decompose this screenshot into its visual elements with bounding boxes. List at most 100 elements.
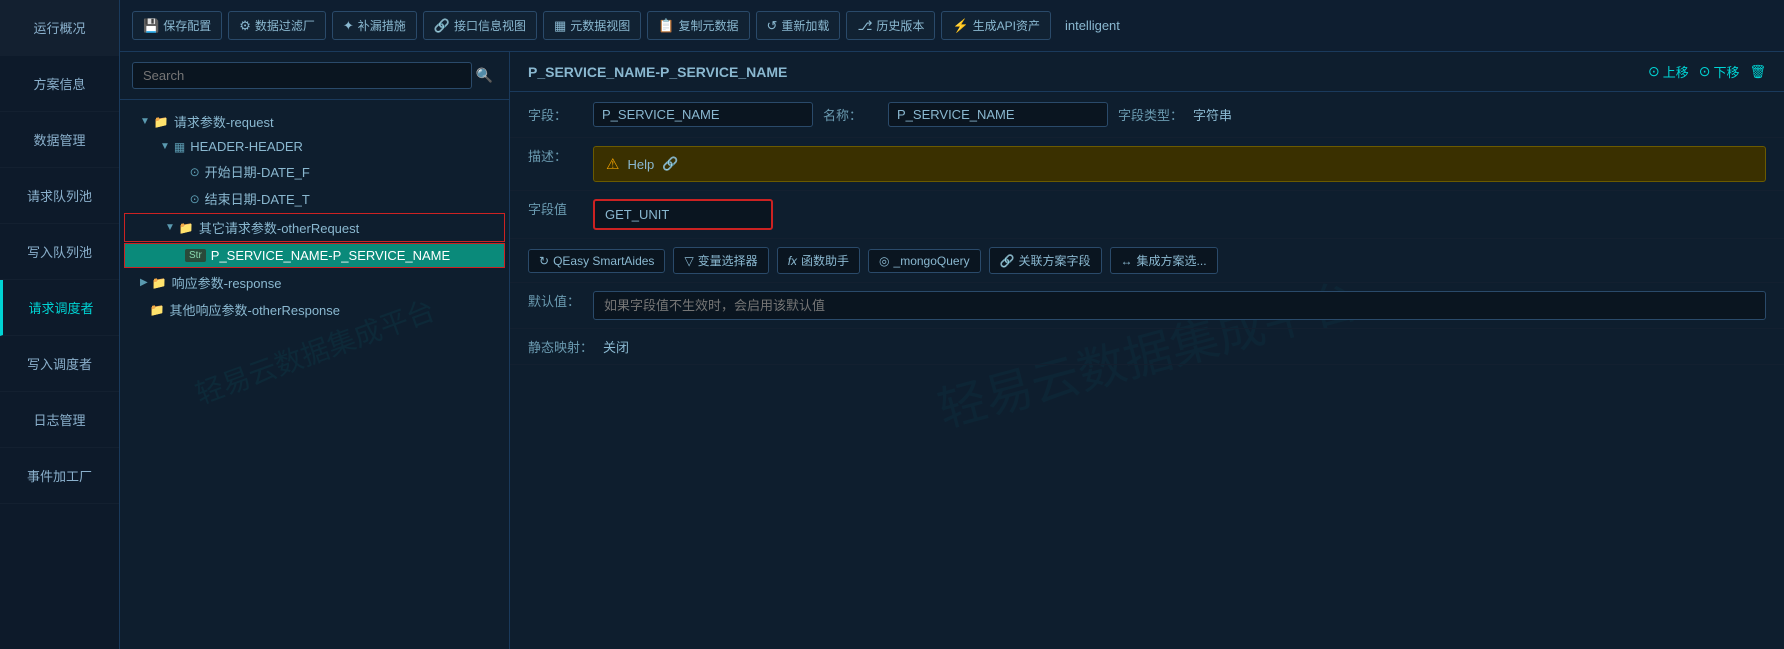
tree-item-label: 其它请求参数-otherRequest bbox=[199, 218, 359, 237]
tree-item-label: 响应参数-response bbox=[172, 273, 282, 292]
table-icon: ▦ bbox=[174, 140, 185, 154]
name-value-input[interactable] bbox=[888, 102, 1108, 127]
tree-item-request[interactable]: ▼ 📁 请求参数-request bbox=[120, 108, 509, 135]
warning-icon: ⚠ bbox=[606, 155, 619, 173]
generate-api-button[interactable]: ⚡ 生成API资产 bbox=[941, 11, 1051, 40]
default-value-row: 默认值： bbox=[510, 283, 1784, 329]
desc-text: Help bbox=[627, 157, 654, 172]
tree-item-date-f[interactable]: ⊙ 开始日期-DATE_F bbox=[120, 158, 509, 185]
tree-item-response[interactable]: ▶ 📁 响应参数-response bbox=[120, 269, 509, 296]
field-label: 字段： bbox=[528, 105, 583, 124]
data-filter-button[interactable]: ⚙ 数据过滤厂 bbox=[228, 11, 326, 40]
tree-item-label: 请求参数-request bbox=[174, 112, 274, 131]
data-filter-label: 数据过滤厂 bbox=[255, 17, 315, 34]
reload-button[interactable]: ↺ 重新加载 bbox=[756, 11, 841, 40]
history-icon: ⎇ bbox=[857, 18, 872, 34]
tree-item-label: P_SERVICE_NAME-P_SERVICE_NAME bbox=[211, 248, 450, 263]
copy-metadata-label: 复制元数据 bbox=[679, 17, 739, 34]
function-icon: fx bbox=[788, 254, 797, 268]
supplement-label: 补漏措施 bbox=[358, 17, 406, 34]
static-value: 关闭 bbox=[603, 337, 629, 356]
interface-view-button[interactable]: 🔗 接口信息视图 bbox=[423, 11, 537, 40]
search-input[interactable] bbox=[132, 62, 472, 89]
sidebar-item-shijian-jiagonchang[interactable]: 事件加工厂 bbox=[0, 448, 119, 504]
tree-item-p-service-name[interactable]: Str P_SERVICE_NAME-P_SERVICE_NAME bbox=[124, 243, 505, 268]
tree-item-header[interactable]: ▼ ▦ HEADER-HEADER bbox=[120, 135, 509, 158]
default-value-input[interactable] bbox=[593, 291, 1766, 320]
reload-icon: ↺ bbox=[767, 18, 778, 34]
sidebar-item-label: 运行概况 bbox=[33, 21, 85, 36]
copy-icon: 📋 bbox=[658, 18, 674, 34]
sidebar-item-rizhi-guanli[interactable]: 日志管理 bbox=[0, 392, 119, 448]
save-config-button[interactable]: 💾 保存配置 bbox=[132, 11, 222, 40]
sidebar-item-label: 请求调度者 bbox=[28, 301, 93, 316]
field-value-label: 字段值 bbox=[528, 199, 583, 218]
related-icon: 🔗 bbox=[1000, 254, 1015, 268]
sidebar-item-label: 请求队列池 bbox=[27, 189, 92, 204]
copy-metadata-button[interactable]: 📋 复制元数据 bbox=[647, 11, 749, 40]
mongo-query-button[interactable]: ◎ _mongoQuery bbox=[868, 249, 981, 273]
tree-item-date-t[interactable]: ⊙ 结束日期-DATE_T bbox=[120, 185, 509, 212]
tree-area: ▼ 📁 请求参数-request ▼ ▦ HEADER-HEADER ⊙ 开始日… bbox=[120, 100, 509, 649]
sidebar-item-xieru-diaoduzhe[interactable]: 写入调度者 bbox=[0, 336, 119, 392]
circle-icon: ⊙ bbox=[190, 192, 200, 206]
tree-item-label: HEADER-HEADER bbox=[190, 139, 303, 154]
smartaides-label: QEasy SmartAides bbox=[553, 254, 654, 268]
search-button[interactable]: 🔍 bbox=[472, 63, 497, 88]
function-helper-button[interactable]: fx 函数助手 bbox=[777, 247, 860, 274]
tree-item-other-request[interactable]: ▼ 📁 其它请求参数-otherRequest bbox=[124, 213, 505, 242]
metadata-view-button[interactable]: ▦ 元数据视图 bbox=[543, 11, 641, 40]
field-value-input[interactable] bbox=[593, 102, 813, 127]
tree-arrow: ▼ bbox=[140, 116, 150, 127]
tree-item-label: 其他响应参数-otherResponse bbox=[170, 300, 341, 319]
variable-selector-button[interactable]: ▽ 变量选择器 bbox=[673, 247, 768, 274]
sidebar-item-fanganjinxi[interactable]: 方案信息 bbox=[0, 56, 119, 112]
tree-item-other-response[interactable]: 📁 其他响应参数-otherResponse bbox=[120, 296, 509, 323]
integration-icon: ↔ bbox=[1121, 254, 1133, 268]
related-field-button[interactable]: 🔗 关联方案字段 bbox=[989, 247, 1102, 274]
move-up-button[interactable]: ⊙ 上移 bbox=[1648, 62, 1689, 81]
supplement-button[interactable]: ✦ 补漏措施 bbox=[332, 11, 417, 40]
variable-label: 变量选择器 bbox=[698, 252, 758, 269]
field-value-field[interactable] bbox=[593, 199, 773, 230]
sidebar-item-yunxinggaikuang[interactable]: 运行概况 bbox=[0, 0, 119, 56]
tree-badge-str: Str bbox=[185, 249, 206, 262]
tree-arrow bbox=[180, 166, 186, 177]
tree-item-label: 结束日期-DATE_T bbox=[205, 189, 310, 208]
sidebar-item-qingqiu-diaoduzhe[interactable]: 请求调度者 bbox=[0, 280, 119, 336]
delete-icon: 🗑 bbox=[1749, 64, 1766, 80]
sidebar-item-qingqiuduilieci[interactable]: 请求队列池 bbox=[0, 168, 119, 224]
metadata-view-label: 元数据视图 bbox=[570, 17, 630, 34]
folder-icon: 📁 bbox=[179, 221, 194, 235]
folder-icon: 📁 bbox=[150, 303, 165, 317]
type-label: 字段类型： bbox=[1118, 105, 1183, 124]
tree-arrow bbox=[180, 193, 186, 204]
tree-item-label: 开始日期-DATE_F bbox=[205, 162, 310, 181]
move-down-button[interactable]: ⊙ 下移 bbox=[1699, 62, 1740, 81]
variable-icon: ▽ bbox=[684, 254, 693, 268]
sidebar-item-xieru-duilieci[interactable]: 写入队列池 bbox=[0, 224, 119, 280]
generate-api-label: 生成API资产 bbox=[973, 17, 1040, 34]
down-label: 下移 bbox=[1713, 62, 1739, 81]
desc-content: ⚠ Help 🔗 bbox=[593, 146, 1766, 182]
history-button[interactable]: ⎇ 历史版本 bbox=[846, 11, 935, 40]
tree-arrow: ▶ bbox=[140, 277, 148, 288]
type-value: 字符串 bbox=[1193, 105, 1766, 124]
static-mapping-row: 静态映射： 关闭 bbox=[510, 329, 1784, 365]
sidebar-item-shujuguanli[interactable]: 数据管理 bbox=[0, 112, 119, 168]
tree-arrow bbox=[140, 304, 146, 315]
toolbar: 💾 保存配置 ⚙ 数据过滤厂 ✦ 补漏措施 🔗 接口信息视图 ▦ 元数据视图 📋… bbox=[120, 0, 1784, 52]
field-info-row: 字段： 名称： 字段类型： 字符串 bbox=[510, 92, 1784, 138]
integration-select-button[interactable]: ↔ 集成方案选... bbox=[1110, 247, 1218, 274]
detail-header: P_SERVICE_NAME-P_SERVICE_NAME ⊙ 上移 ⊙ 下移 … bbox=[510, 52, 1784, 92]
delete-button[interactable]: 🗑 bbox=[1749, 64, 1766, 80]
desc-link-icon[interactable]: 🔗 bbox=[662, 156, 678, 172]
qeasy-smartaides-button[interactable]: ↻ QEasy SmartAides bbox=[528, 249, 665, 273]
sidebar-item-label: 方案信息 bbox=[33, 77, 85, 92]
smartaides-icon: ↻ bbox=[539, 254, 549, 268]
up-label: 上移 bbox=[1663, 62, 1689, 81]
circle-icon: ⊙ bbox=[190, 165, 200, 179]
desc-label: 描述： bbox=[528, 146, 583, 165]
supplement-icon: ✦ bbox=[343, 18, 354, 34]
api-icon: ⚡ bbox=[952, 18, 968, 34]
